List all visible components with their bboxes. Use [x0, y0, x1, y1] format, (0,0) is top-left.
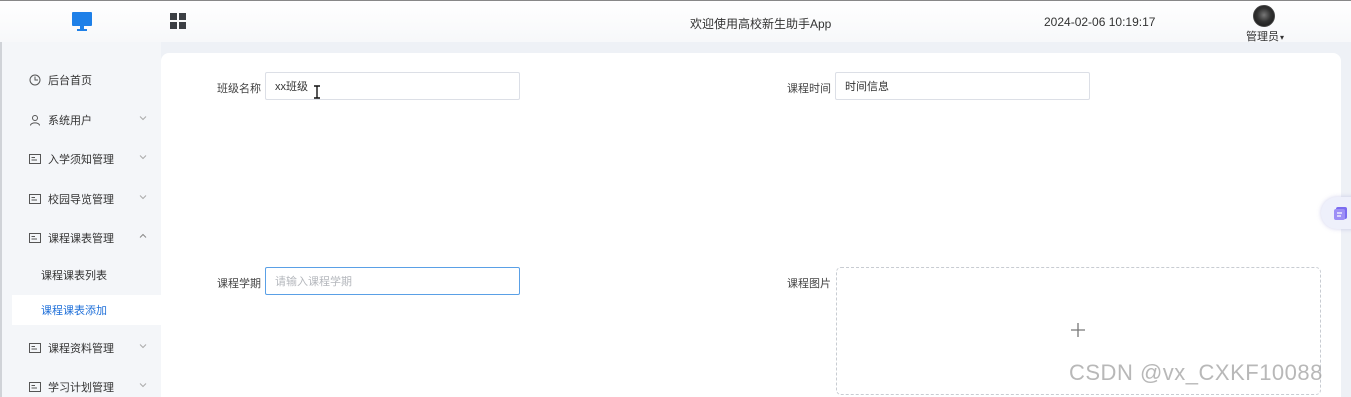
user-menu-dropdown[interactable]: 管理员▾ [1246, 28, 1284, 44]
course-term-placeholder: 请输入课程学期 [275, 276, 352, 288]
card-icon [28, 152, 42, 166]
top-header: 欢迎使用高校新生助手App 2024-02-06 10:19:17 管理员▾ [0, 0, 1351, 44]
sidebar-item-enrollment-notice[interactable]: 入学须知管理 [12, 144, 161, 174]
course-time-input[interactable]: 时间信息 [835, 72, 1090, 100]
welcome-text: 欢迎使用高校新生助手App [690, 17, 832, 31]
caret-down-icon: ▾ [1280, 33, 1285, 42]
user-menu-label: 管理员 [1246, 31, 1279, 43]
course-term-input[interactable]: 请输入课程学期 [265, 267, 520, 295]
watermark-text: CSDN @vx_CXKF10088 [1069, 360, 1323, 385]
chevron-down-icon [139, 116, 147, 121]
sidebar-item-label: 课程资料管理 [48, 343, 114, 355]
floating-assistant-button[interactable] [1321, 197, 1351, 229]
class-name-label: 班级名称 [217, 83, 261, 95]
plus-icon [1071, 323, 1085, 337]
sidebar-subitem-schedule-add[interactable]: 课程课表添加 [12, 295, 161, 325]
sidebar-item-home[interactable]: 后台首页 [12, 65, 161, 95]
sidebar-item-label: 校园导览管理 [48, 194, 114, 206]
text-cursor-icon [314, 85, 320, 99]
course-time-label: 课程时间 [787, 83, 831, 95]
chevron-down-icon [139, 155, 147, 160]
card-icon [28, 231, 42, 245]
card-icon [28, 192, 42, 206]
chevron-down-icon [139, 195, 147, 200]
card-icon [28, 341, 42, 355]
sidebar-item-label: 系统用户 [48, 115, 92, 127]
class-name-input[interactable]: xx班级 [265, 72, 520, 100]
sidebar-item-label: 入学须知管理 [48, 154, 114, 166]
sidebar-subitem-label: 课程课表列表 [41, 270, 107, 282]
course-image-label: 课程图片 [787, 278, 831, 290]
card-icon [28, 380, 42, 394]
avatar[interactable] [1253, 5, 1275, 27]
monitor-logo-icon[interactable] [71, 10, 93, 32]
chevron-up-icon [139, 233, 147, 238]
clock-icon [28, 73, 42, 87]
grid-icon[interactable] [170, 13, 186, 29]
user-icon [28, 113, 42, 127]
chevron-down-icon [139, 344, 147, 349]
sidebar-item-system-users[interactable]: 系统用户 [12, 105, 161, 135]
sidebar-item-course-schedule[interactable]: 课程课表管理 [12, 223, 161, 253]
sidebar-item-label: 后台首页 [48, 75, 92, 87]
course-term-label: 课程学期 [217, 278, 261, 290]
sidebar-item-campus-guide[interactable]: 校园导览管理 [12, 184, 161, 214]
sidebar-item-course-materials[interactable]: 课程资料管理 [12, 333, 161, 363]
sidebar-item-label: 课程课表管理 [48, 233, 114, 245]
sidebar-subitem-schedule-list[interactable]: 课程课表列表 [12, 260, 161, 290]
chevron-down-icon [139, 383, 147, 388]
datetime-text: 2024-02-06 10:19:17 [1044, 15, 1156, 29]
sidebar-item-label: 学习计划管理 [48, 382, 114, 394]
assistant-icon [1334, 207, 1347, 220]
class-name-value: xx班级 [275, 81, 308, 93]
sidebar-subitem-label: 课程课表添加 [41, 305, 107, 317]
course-time-value: 时间信息 [845, 81, 889, 93]
sidebar-item-study-plan[interactable]: 学习计划管理 [12, 372, 161, 397]
